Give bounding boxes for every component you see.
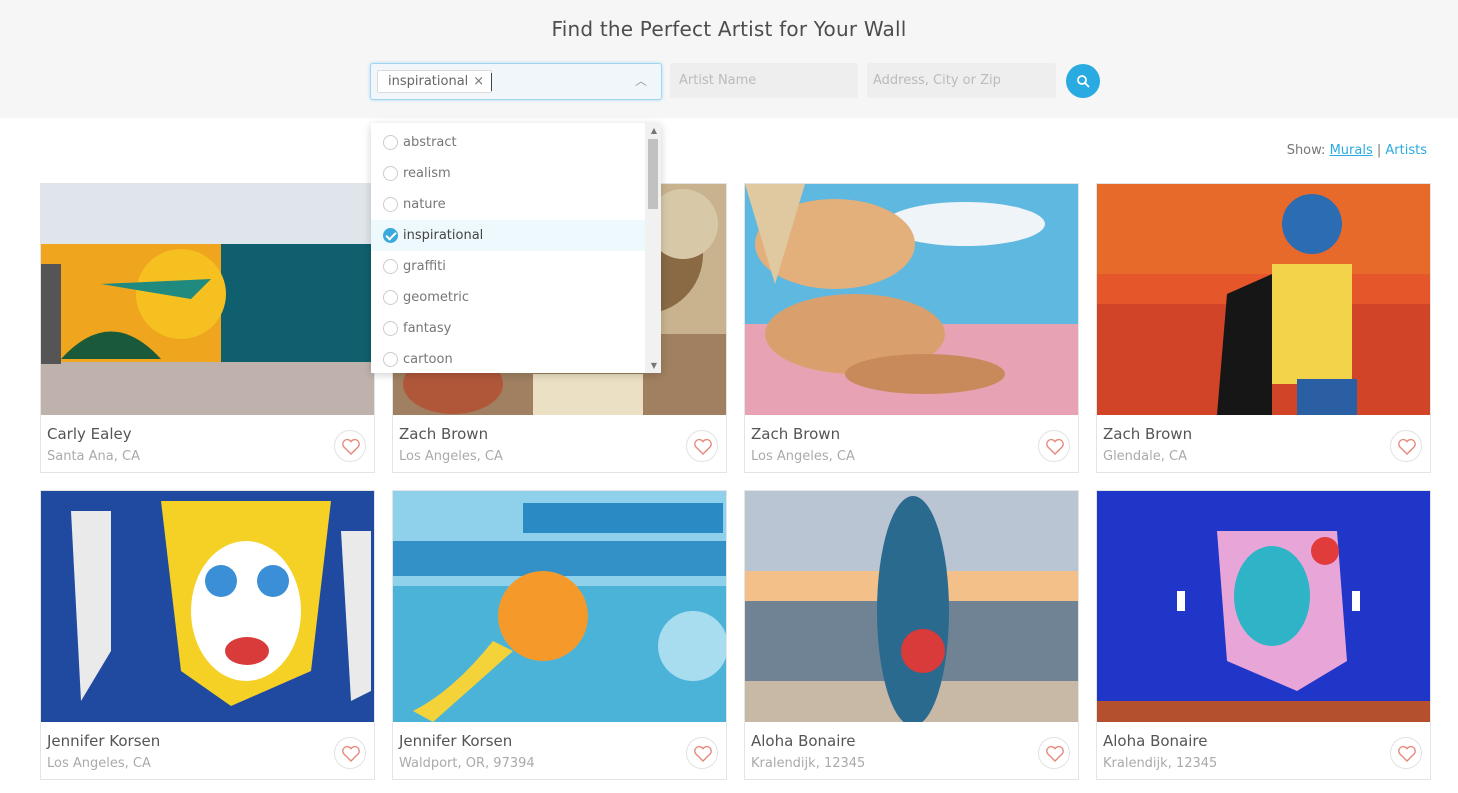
mural-card[interactable]: Aloha Bonaire Kralendijk, 12345 bbox=[1096, 490, 1431, 780]
option-label: cartoon bbox=[403, 352, 453, 367]
search-button[interactable] bbox=[1066, 64, 1100, 98]
artist-name[interactable]: Carly Ealey bbox=[47, 425, 132, 443]
radio-icon bbox=[383, 259, 398, 274]
radio-icon bbox=[383, 352, 398, 367]
artist-name[interactable]: Jennifer Korsen bbox=[47, 732, 160, 750]
mural-image[interactable] bbox=[745, 491, 1078, 722]
artist-location: Glendale, CA bbox=[1103, 449, 1187, 464]
radio-icon bbox=[383, 135, 398, 150]
artist-location: Waldport, OR, 97394 bbox=[399, 756, 535, 771]
heart-icon bbox=[1046, 745, 1064, 762]
search-header: Find the Perfect Artist for Your Wall in… bbox=[0, 0, 1458, 118]
mural-card[interactable]: Jennifer Korsen Los Angeles, CA bbox=[40, 490, 375, 780]
artist-location: Los Angeles, CA bbox=[751, 449, 855, 464]
option-label: inspirational bbox=[403, 228, 484, 243]
heart-icon bbox=[342, 745, 360, 762]
scrollbar-thumb[interactable] bbox=[648, 139, 658, 209]
radio-icon bbox=[383, 290, 398, 305]
artists-link[interactable]: Artists bbox=[1385, 143, 1427, 158]
heart-icon bbox=[1398, 438, 1416, 455]
artist-name[interactable]: Zach Brown bbox=[1103, 425, 1192, 443]
mural-image[interactable] bbox=[41, 184, 374, 415]
artist-name[interactable]: Aloha Bonaire bbox=[751, 732, 855, 750]
address-input[interactable]: Address, City or Zip bbox=[867, 63, 1056, 98]
dropdown-option-geometric[interactable]: geometric bbox=[371, 282, 645, 313]
heart-icon bbox=[1398, 745, 1416, 762]
favorite-button[interactable] bbox=[1390, 430, 1422, 462]
favorite-button[interactable] bbox=[334, 430, 366, 462]
mural-card[interactable]: Aloha Bonaire Kralendijk, 12345 bbox=[744, 490, 1079, 780]
dropdown-option-fantasy[interactable]: fantasy bbox=[371, 313, 645, 344]
artist-name[interactable]: Zach Brown bbox=[751, 425, 840, 443]
mural-card[interactable]: Zach Brown Glendale, CA bbox=[1096, 183, 1431, 473]
mural-image[interactable] bbox=[393, 491, 726, 722]
option-label: abstract bbox=[403, 135, 457, 150]
dropdown-option-realism[interactable]: realism bbox=[371, 158, 645, 189]
style-tag-select[interactable]: inspirational × ︿ bbox=[370, 63, 662, 100]
mural-card[interactable]: Zach Brown Los Angeles, CA bbox=[744, 183, 1079, 473]
heart-icon bbox=[694, 745, 712, 762]
option-label: fantasy bbox=[403, 321, 452, 336]
artist-location: Kralendijk, 12345 bbox=[751, 756, 866, 771]
favorite-button[interactable] bbox=[1038, 737, 1070, 769]
mural-image[interactable] bbox=[1097, 184, 1430, 415]
search-icon bbox=[1077, 75, 1090, 88]
heart-icon bbox=[694, 438, 712, 455]
artist-location: Los Angeles, CA bbox=[47, 756, 151, 771]
view-toggle: Show: Murals | Artists bbox=[1287, 143, 1427, 158]
scroll-down-icon[interactable]: ▼ bbox=[651, 361, 657, 370]
artist-name[interactable]: Jennifer Korsen bbox=[399, 732, 512, 750]
dropdown-option-inspirational[interactable]: inspirational bbox=[371, 220, 645, 251]
chevron-up-icon[interactable]: ︿ bbox=[635, 72, 647, 89]
favorite-button[interactable] bbox=[1038, 430, 1070, 462]
text-cursor bbox=[491, 73, 492, 91]
view-toggle-separator: | bbox=[1376, 143, 1382, 158]
murals-link[interactable]: Murals bbox=[1330, 143, 1373, 158]
radio-icon bbox=[383, 197, 398, 212]
favorite-button[interactable] bbox=[686, 430, 718, 462]
mural-image[interactable] bbox=[1097, 491, 1430, 722]
radio-icon bbox=[383, 166, 398, 181]
checked-radio-icon bbox=[383, 228, 398, 243]
artist-name-input[interactable]: Artist Name bbox=[670, 63, 858, 98]
dropdown-option-nature[interactable]: nature bbox=[371, 189, 645, 220]
scroll-up-icon[interactable]: ▲ bbox=[651, 126, 657, 135]
option-label: nature bbox=[403, 197, 446, 212]
view-toggle-label: Show: bbox=[1286, 143, 1326, 158]
mural-image[interactable] bbox=[745, 184, 1078, 415]
option-label: geometric bbox=[403, 290, 470, 305]
artist-location: Los Angeles, CA bbox=[399, 449, 503, 464]
option-label: realism bbox=[403, 166, 451, 181]
mural-image[interactable] bbox=[41, 491, 374, 722]
page-title: Find the Perfect Artist for Your Wall bbox=[551, 17, 907, 41]
mural-card[interactable]: Carly Ealey Santa Ana, CA bbox=[40, 183, 375, 473]
dropdown-scrollbar[interactable]: ▲ ▼ bbox=[645, 123, 661, 373]
dropdown-option-abstract[interactable]: abstract bbox=[371, 127, 645, 158]
remove-tag-icon[interactable]: × bbox=[473, 74, 484, 89]
artist-location: Santa Ana, CA bbox=[47, 449, 140, 464]
dropdown-option-graffiti[interactable]: graffiti bbox=[371, 251, 645, 282]
artist-name[interactable]: Aloha Bonaire bbox=[1103, 732, 1207, 750]
option-label: graffiti bbox=[403, 259, 446, 274]
artist-name[interactable]: Zach Brown bbox=[399, 425, 488, 443]
favorite-button[interactable] bbox=[1390, 737, 1422, 769]
heart-icon bbox=[342, 438, 360, 455]
radio-icon bbox=[383, 321, 398, 336]
heart-icon bbox=[1046, 438, 1064, 455]
selected-tag-label: inspirational bbox=[388, 74, 469, 89]
favorite-button[interactable] bbox=[686, 737, 718, 769]
selected-tag-chip: inspirational × bbox=[377, 70, 493, 93]
style-dropdown-list[interactable]: abstract realism nature inspirational gr… bbox=[371, 123, 661, 373]
dropdown-option-cartoon[interactable]: cartoon bbox=[371, 344, 645, 373]
favorite-button[interactable] bbox=[334, 737, 366, 769]
artist-location: Kralendijk, 12345 bbox=[1103, 756, 1218, 771]
mural-card[interactable]: Jennifer Korsen Waldport, OR, 97394 bbox=[392, 490, 727, 780]
